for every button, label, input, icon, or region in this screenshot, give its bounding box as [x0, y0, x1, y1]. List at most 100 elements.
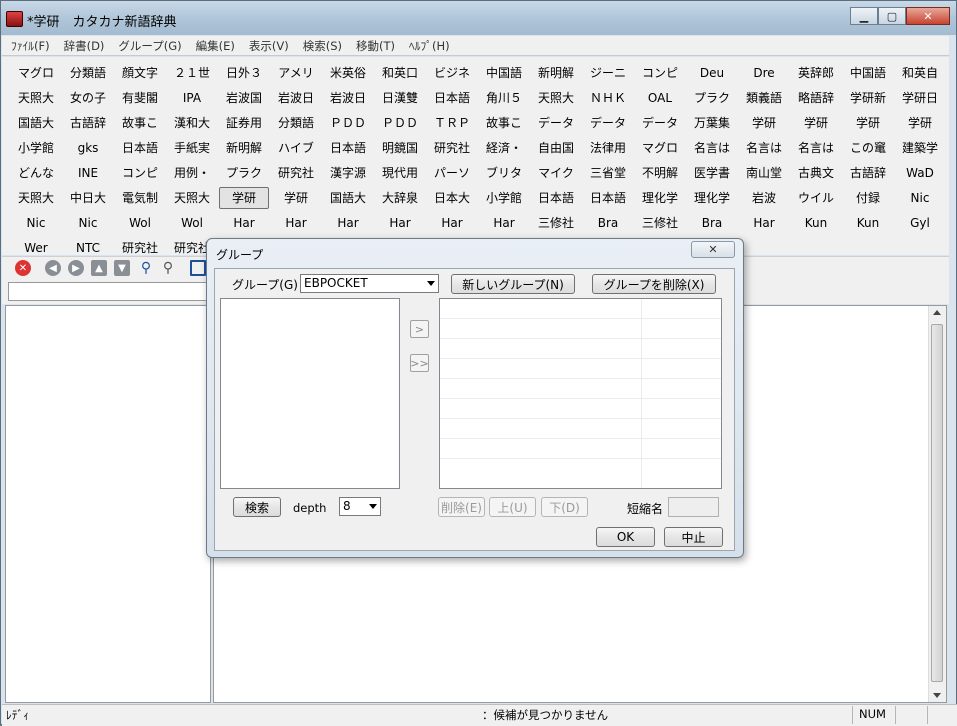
dictionary-button[interactable]: 古語辞: [63, 112, 113, 134]
dictionary-button[interactable]: 和英口: [375, 62, 425, 84]
dictionary-button[interactable]: INE: [63, 162, 113, 184]
dictionary-button[interactable]: 類義語: [739, 87, 789, 109]
dictionary-button[interactable]: 名言は: [791, 137, 841, 159]
dictionary-button[interactable]: マグロ: [635, 137, 685, 159]
dictionary-button[interactable]: Har: [271, 212, 321, 234]
menu-dictionary[interactable]: 辞書(D): [55, 36, 110, 55]
dictionary-button[interactable]: 中国語: [479, 62, 529, 84]
dictionary-button[interactable]: Nic: [895, 187, 945, 209]
dictionary-button[interactable]: 日本語: [427, 87, 477, 109]
dictionary-button[interactable]: ＰＤＤ: [375, 112, 425, 134]
dictionary-button[interactable]: Wol: [115, 212, 165, 234]
dictionary-button[interactable]: 中国語: [843, 62, 893, 84]
dictionary-button[interactable]: 天照大: [531, 87, 581, 109]
dictionary-button[interactable]: ビジネ: [427, 62, 477, 84]
dictionary-button[interactable]: 日本語: [115, 137, 165, 159]
dictionary-button[interactable]: 三修社: [531, 212, 581, 234]
dictionary-button[interactable]: どんな: [11, 162, 61, 184]
dictionary-button[interactable]: ＮＨＫ: [583, 87, 633, 109]
remove-button[interactable]: 削除(E): [438, 497, 485, 517]
dictionary-button[interactable]: 岩波日: [323, 87, 373, 109]
dictionary-button[interactable]: 学研: [895, 112, 945, 134]
dictionary-button[interactable]: 日本語: [531, 187, 581, 209]
dictionary-button[interactable]: 南山堂: [739, 162, 789, 184]
back-icon[interactable]: ◀: [45, 260, 61, 276]
dictionary-button[interactable]: 日本語: [583, 187, 633, 209]
dictionary-button[interactable]: Kun: [791, 212, 841, 234]
dictionary-button[interactable]: 学研: [791, 112, 841, 134]
dictionary-button[interactable]: 学研: [843, 112, 893, 134]
dictionary-button[interactable]: 名言は: [687, 137, 737, 159]
menu-view[interactable]: 表示(V): [240, 36, 294, 55]
dictionary-button[interactable]: ＴＲＰ: [427, 112, 477, 134]
dictionary-button[interactable]: 新明解: [219, 137, 269, 159]
stop-icon[interactable]: ✕: [15, 260, 31, 276]
menu-edit[interactable]: 編集(E): [187, 36, 240, 55]
dictionary-button[interactable]: 研究社: [271, 162, 321, 184]
dictionary-button[interactable]: 学研日: [895, 87, 945, 109]
dictionary-button[interactable]: 米英俗: [323, 62, 373, 84]
up-icon[interactable]: ▲: [91, 260, 107, 276]
dictionary-button[interactable]: Har: [427, 212, 477, 234]
dictionary-button[interactable]: 岩波日: [271, 87, 321, 109]
menu-group[interactable]: グループ(G): [109, 36, 186, 55]
dictionary-button[interactable]: 付録: [843, 187, 893, 209]
cancel-button[interactable]: 中止: [664, 527, 723, 547]
dictionary-button[interactable]: 明鏡国: [375, 137, 425, 159]
dictionary-button[interactable]: Dre: [739, 62, 789, 84]
dictionary-button[interactable]: Deu: [687, 62, 737, 84]
dictionary-button[interactable]: 古語辞: [843, 162, 893, 184]
dictionary-button[interactable]: 手紙実: [167, 137, 217, 159]
dictionary-button[interactable]: プラク: [687, 87, 737, 109]
dictionary-button[interactable]: NTC: [63, 237, 113, 255]
dictionary-button[interactable]: 三修社: [635, 212, 685, 234]
dictionary-button[interactable]: 天照大: [11, 87, 61, 109]
dictionary-button[interactable]: 顔文字: [115, 62, 165, 84]
dictionary-button[interactable]: 医学書: [687, 162, 737, 184]
dictionary-button[interactable]: マイク: [531, 162, 581, 184]
search-input[interactable]: [8, 282, 208, 301]
dictionary-button[interactable]: Bra: [687, 212, 737, 234]
dialog-close-button[interactable]: ✕: [691, 241, 735, 258]
frame-icon[interactable]: [190, 260, 206, 276]
dictionary-button[interactable]: データ: [635, 112, 685, 134]
dictionary-button[interactable]: コンピ: [115, 162, 165, 184]
scroll-thumb[interactable]: [931, 324, 943, 682]
dictionary-button[interactable]: 故事こ: [479, 112, 529, 134]
dictionary-button[interactable]: この竃: [843, 137, 893, 159]
dictionary-button[interactable]: 理化学: [635, 187, 685, 209]
dictionary-button[interactable]: Wol: [167, 212, 217, 234]
dictionary-button[interactable]: 建築学: [895, 137, 945, 159]
dictionary-button[interactable]: 岩波国: [219, 87, 269, 109]
dictionary-button[interactable]: 略語辞: [791, 87, 841, 109]
dictionary-button[interactable]: Har: [375, 212, 425, 234]
dictionary-button[interactable]: データ: [583, 112, 633, 134]
dictionary-button[interactable]: 電気制: [115, 187, 165, 209]
dictionary-button[interactable]: 漢和大: [167, 112, 217, 134]
dictionary-button[interactable]: 国語大: [323, 187, 373, 209]
dictionary-button[interactable]: 大辞泉: [375, 187, 425, 209]
dictionary-button[interactable]: 研究社: [427, 137, 477, 159]
dictionary-button[interactable]: 分類語: [63, 62, 113, 84]
menu-help[interactable]: ﾍﾙﾌﾟ(H): [400, 36, 455, 55]
dictionary-button[interactable]: WaD: [895, 162, 945, 184]
depth-select[interactable]: 8: [339, 497, 381, 516]
dictionary-button[interactable]: 日漢雙: [375, 87, 425, 109]
dictionary-button[interactable]: 国語大: [11, 112, 61, 134]
dictionary-button[interactable]: 漢字源: [323, 162, 373, 184]
dictionary-button[interactable]: Har: [479, 212, 529, 234]
dictionary-button[interactable]: 天照大: [167, 187, 217, 209]
dictionary-button[interactable]: 古典文: [791, 162, 841, 184]
dictionary-button[interactable]: 三省堂: [583, 162, 633, 184]
dictionary-button[interactable]: 自由国: [531, 137, 581, 159]
dictionary-button[interactable]: gks: [63, 137, 113, 159]
dictionary-button[interactable]: Har: [219, 212, 269, 234]
dictionary-button[interactable]: 不明解: [635, 162, 685, 184]
menu-move[interactable]: 移動(T): [347, 36, 400, 55]
dictionary-button[interactable]: ２１世: [167, 62, 217, 84]
dictionary-button[interactable]: ＰＤＤ: [323, 112, 373, 134]
dictionary-button[interactable]: ハイブ: [271, 137, 321, 159]
dictionary-button[interactable]: ウイル: [791, 187, 841, 209]
dictionary-button[interactable]: 現代用: [375, 162, 425, 184]
search-detail-icon[interactable]: ⚲: [160, 260, 176, 276]
